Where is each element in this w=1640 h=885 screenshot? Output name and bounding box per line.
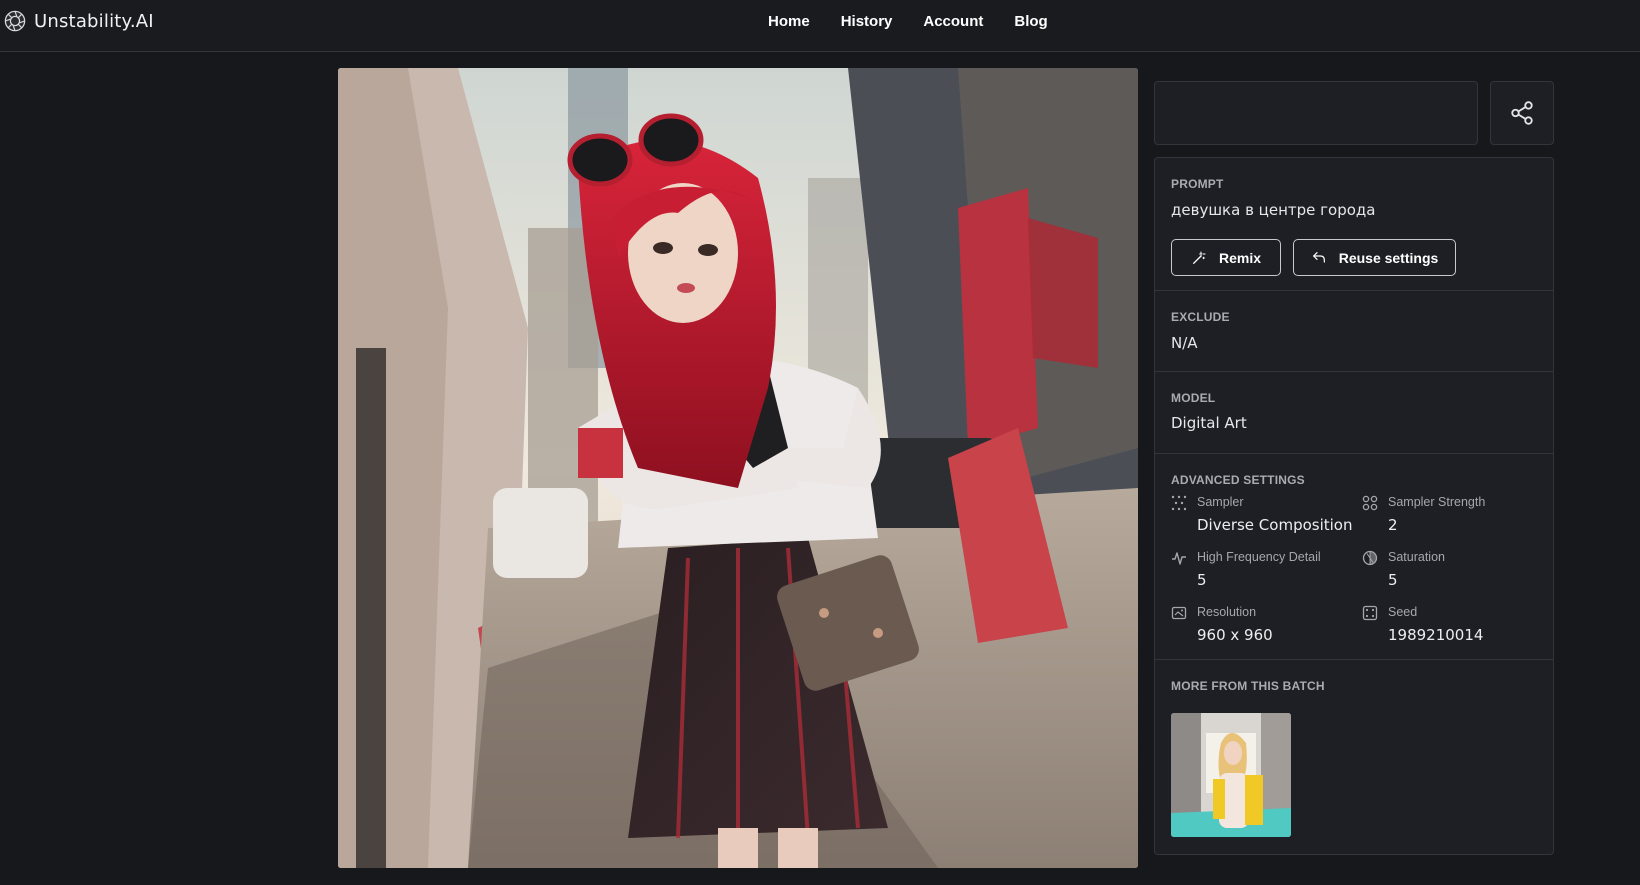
brand-name: Unstability.AI xyxy=(34,10,154,32)
saturation-value: 5 xyxy=(1388,571,1398,589)
sampler-icon xyxy=(1171,495,1187,511)
advanced-settings-section: ADVANCED SETTINGS Sampler Diverse Compos… xyxy=(1155,454,1553,660)
high-frequency-icon xyxy=(1172,552,1186,565)
model-section: MODEL Digital Art xyxy=(1155,372,1553,454)
saturation-icon xyxy=(1362,550,1378,566)
nav-history[interactable]: History xyxy=(841,13,893,30)
sampler-strength-icon xyxy=(1362,495,1378,511)
saturation-label: Saturation xyxy=(1388,550,1445,564)
reuse-settings-label: Reuse settings xyxy=(1338,249,1439,266)
undo-arrow-icon xyxy=(1312,251,1325,263)
model-label: MODEL xyxy=(1171,391,1216,405)
brand[interactable]: Unstability.AI xyxy=(4,10,154,32)
nav-blog[interactable]: Blog xyxy=(1014,13,1047,30)
remix-label: Remix xyxy=(1218,249,1262,266)
magic-wand-icon xyxy=(1192,250,1206,264)
exclude-label: EXCLUDE xyxy=(1171,310,1230,324)
exclude-section: EXCLUDE N/A xyxy=(1155,291,1553,372)
high-frequency-label: High Frequency Detail xyxy=(1197,550,1321,564)
image-title-field[interactable] xyxy=(1154,81,1478,145)
prompt-text: девушка в центре города xyxy=(1171,201,1376,219)
remix-button[interactable]: Remix xyxy=(1171,239,1281,276)
prompt-section: PROMPT девушка в центре города Remix Reu… xyxy=(1155,158,1553,291)
batch-thumbnail[interactable] xyxy=(1171,713,1291,837)
resolution-value: 960 x 960 xyxy=(1197,626,1273,644)
seed-label: Seed xyxy=(1388,605,1418,619)
sampler-label: Sampler xyxy=(1197,495,1244,509)
share-icon xyxy=(1511,101,1533,125)
seed-value: 1989210014 xyxy=(1388,626,1484,644)
logo-icon xyxy=(4,10,26,32)
sampler-strength-label: Sampler Strength xyxy=(1388,495,1486,509)
reuse-settings-button[interactable]: Reuse settings xyxy=(1293,239,1456,276)
batch-thumbnail-image xyxy=(1171,713,1291,837)
generated-image[interactable] xyxy=(338,68,1138,868)
batch-label: MORE FROM THIS BATCH xyxy=(1171,679,1325,693)
sampler-strength-value: 2 xyxy=(1388,516,1398,534)
sampler-value: Diverse Composition xyxy=(1197,516,1353,534)
share-button[interactable] xyxy=(1490,81,1554,145)
prompt-label: PROMPT xyxy=(1171,177,1224,191)
nav-home[interactable]: Home xyxy=(768,13,810,30)
exclude-value: N/A xyxy=(1171,334,1198,352)
seed-icon xyxy=(1362,605,1378,621)
nav-account[interactable]: Account xyxy=(923,13,983,30)
generated-image-illustration xyxy=(338,68,1138,868)
top-navbar: Unstability.AI Home History Account Blog xyxy=(0,0,1640,52)
resolution-label: Resolution xyxy=(1197,605,1257,619)
main-nav: Home History Account Blog xyxy=(768,13,1079,30)
high-frequency-value: 5 xyxy=(1197,571,1207,589)
advanced-settings-label: ADVANCED SETTINGS xyxy=(1171,473,1305,487)
model-value: Digital Art xyxy=(1171,414,1247,432)
resolution-icon xyxy=(1171,606,1187,620)
image-details-panel: PROMPT девушка в центре города Remix Reu… xyxy=(1154,157,1554,855)
